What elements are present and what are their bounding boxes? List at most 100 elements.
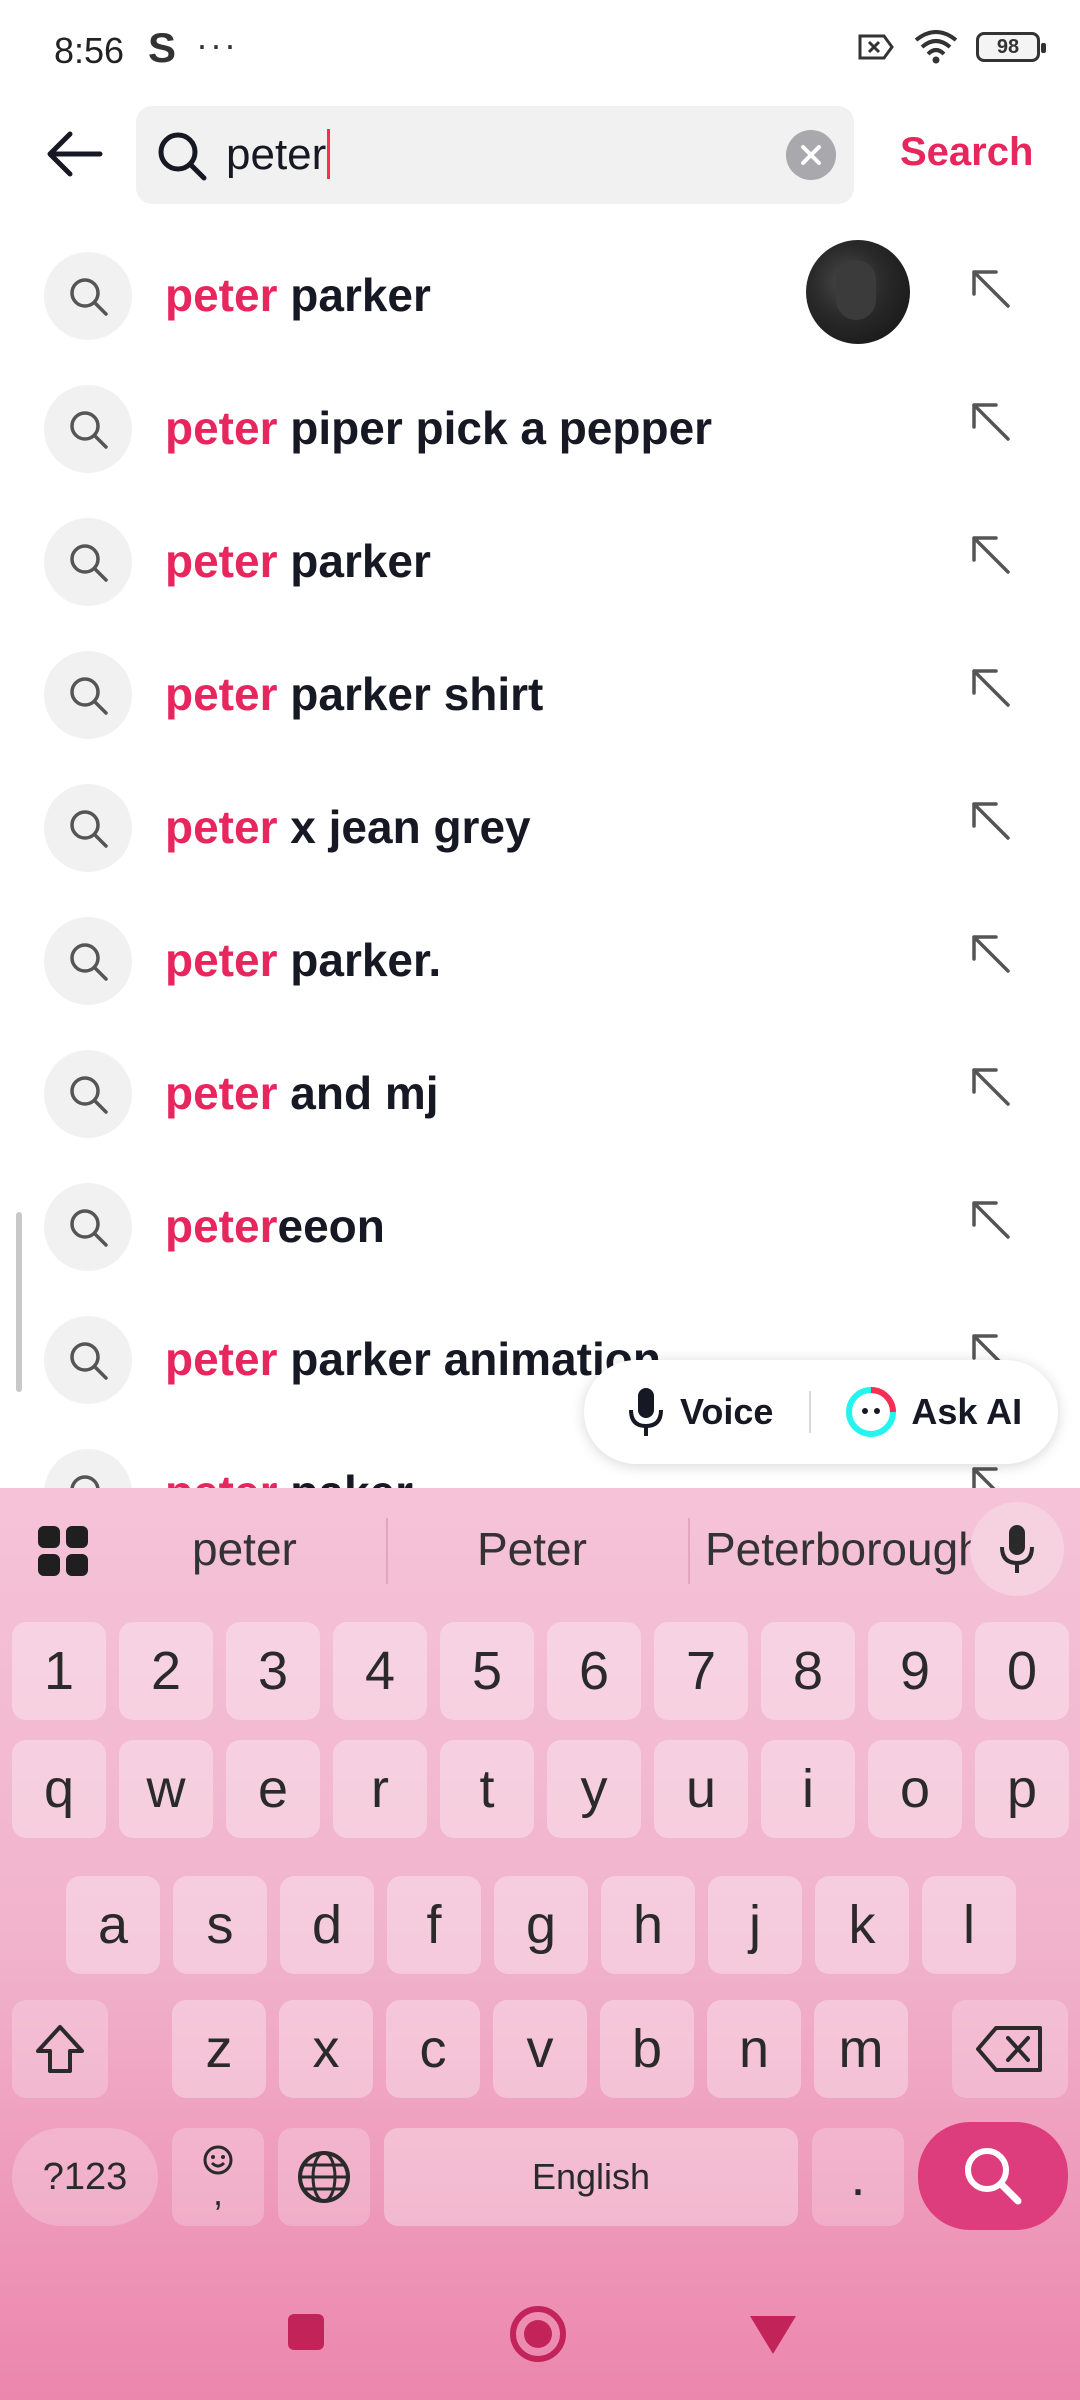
fill-query-button[interactable] xyxy=(968,399,1014,450)
key-1[interactable]: 1 xyxy=(12,1622,106,1720)
suggestion-item[interactable]: peter x jean grey xyxy=(0,762,1080,895)
keyboard-search-key[interactable] xyxy=(918,2122,1068,2230)
key-6[interactable]: 6 xyxy=(547,1622,641,1720)
fill-query-button[interactable] xyxy=(968,266,1014,317)
search-icon xyxy=(158,132,207,181)
system-navigation-bar xyxy=(0,2290,1080,2400)
fill-query-button[interactable] xyxy=(968,665,1014,716)
backspace-key[interactable] xyxy=(952,2000,1068,2098)
search-icon xyxy=(70,544,108,582)
key-g[interactable]: g xyxy=(494,1876,588,1974)
suggestion-item[interactable]: peter parker xyxy=(0,230,1080,363)
suggestion-divider xyxy=(386,1518,388,1584)
key-r[interactable]: r xyxy=(333,1740,427,1838)
suggestion-item[interactable]: peter parker xyxy=(0,496,1080,629)
key-b[interactable]: b xyxy=(600,2000,694,2098)
search-button[interactable]: Search xyxy=(900,130,1033,175)
key-u[interactable]: u xyxy=(654,1740,748,1838)
suggestion-item[interactable]: peter piper pick a pepper xyxy=(0,363,1080,496)
key-q[interactable]: q xyxy=(12,1740,106,1838)
key-m[interactable]: m xyxy=(814,2000,908,2098)
key-f[interactable]: f xyxy=(387,1876,481,1974)
suggestion-item[interactable]: petereeon xyxy=(0,1161,1080,1294)
battery-level: 98 xyxy=(996,35,1020,58)
no-sim-icon xyxy=(858,34,894,60)
search-icon xyxy=(70,810,108,848)
search-icon xyxy=(70,1342,108,1380)
key-0[interactable]: 0 xyxy=(975,1622,1069,1720)
wifi-icon xyxy=(914,30,958,64)
key-c[interactable]: c xyxy=(386,2000,480,2098)
keyboard-suggestion-2[interactable]: Peter xyxy=(477,1522,587,1576)
fill-query-button[interactable] xyxy=(968,1197,1014,1248)
search-icon xyxy=(70,943,108,981)
keyboard-apps-icon[interactable] xyxy=(36,1524,90,1578)
fill-query-arrow-icon xyxy=(972,802,1010,840)
ai-assistant-icon xyxy=(846,1387,897,1437)
search-input[interactable]: peter xyxy=(136,106,854,204)
home-button[interactable] xyxy=(508,2304,568,2364)
suggestion-search-icon xyxy=(44,1050,132,1138)
key-w[interactable]: w xyxy=(119,1740,213,1838)
key-i[interactable]: i xyxy=(761,1740,855,1838)
recents-button[interactable] xyxy=(286,2312,326,2352)
key-o[interactable]: o xyxy=(868,1740,962,1838)
key-p[interactable]: p xyxy=(975,1740,1069,1838)
back-nav-button[interactable] xyxy=(748,2314,798,2356)
key-9[interactable]: 9 xyxy=(868,1622,962,1720)
keyboard-suggestion-3[interactable]: Peterborough xyxy=(705,1522,984,1576)
key-v[interactable]: v xyxy=(493,2000,587,2098)
fill-query-button[interactable] xyxy=(968,798,1014,849)
key-5[interactable]: 5 xyxy=(440,1622,534,1720)
back-arrow-icon xyxy=(47,131,103,177)
search-icon xyxy=(70,278,108,316)
space-key[interactable]: English xyxy=(384,2128,798,2226)
key-4[interactable]: 4 xyxy=(333,1622,427,1720)
language-key[interactable] xyxy=(278,2128,370,2226)
key-d[interactable]: d xyxy=(280,1876,374,1974)
scrollbar[interactable] xyxy=(16,1212,22,1392)
key-e[interactable]: e xyxy=(226,1740,320,1838)
key-h[interactable]: h xyxy=(601,1876,695,1974)
key-s[interactable]: s xyxy=(173,1876,267,1974)
keyboard-voice-button[interactable] xyxy=(970,1502,1064,1596)
search-icon xyxy=(70,1076,108,1114)
keyboard: peter Peter Peterborough 1234567890 qwert… xyxy=(0,1488,1080,2400)
search-icon xyxy=(70,411,108,449)
suggestion-item[interactable]: peter parker shirt xyxy=(0,629,1080,762)
suggestion-search-icon xyxy=(44,784,132,872)
shift-key[interactable] xyxy=(12,2000,108,2098)
fill-query-button[interactable] xyxy=(968,1064,1014,1115)
suggestion-item[interactable]: peter and mj xyxy=(0,1028,1080,1161)
key-x[interactable]: x xyxy=(279,2000,373,2098)
key-y[interactable]: y xyxy=(547,1740,641,1838)
key-2[interactable]: 2 xyxy=(119,1622,213,1720)
key-l[interactable]: l xyxy=(922,1876,1016,1974)
ask-ai-button[interactable]: Ask AI xyxy=(845,1386,1022,1438)
key-7[interactable]: 7 xyxy=(654,1622,748,1720)
voice-label: Voice xyxy=(680,1391,774,1432)
key-a[interactable]: a xyxy=(66,1876,160,1974)
status-time: 8:56 xyxy=(54,30,125,71)
key-z[interactable]: z xyxy=(172,2000,266,2098)
key-k[interactable]: k xyxy=(815,1876,909,1974)
suggestion-item[interactable]: peter parker. xyxy=(0,895,1080,1028)
symbols-key[interactable]: ?123 xyxy=(12,2128,158,2226)
emoji-comma-key[interactable]: , xyxy=(172,2128,264,2226)
back-button[interactable] xyxy=(38,118,110,190)
key-n[interactable]: n xyxy=(707,2000,801,2098)
key-t[interactable]: t xyxy=(440,1740,534,1838)
period-key[interactable]: . xyxy=(812,2128,904,2226)
key-j[interactable]: j xyxy=(708,1876,802,1974)
keyboard-suggestion-1[interactable]: peter xyxy=(192,1522,297,1576)
fill-query-button[interactable] xyxy=(968,532,1014,583)
search-query-text[interactable]: peter xyxy=(226,129,331,180)
fill-query-button[interactable] xyxy=(968,931,1014,982)
voice-button[interactable]: Voice xyxy=(626,1386,773,1438)
fill-query-arrow-icon xyxy=(972,270,1010,308)
backspace-icon xyxy=(976,2026,1042,2072)
key-8[interactable]: 8 xyxy=(761,1622,855,1720)
key-3[interactable]: 3 xyxy=(226,1622,320,1720)
fill-query-arrow-icon xyxy=(972,669,1010,707)
clear-search-button[interactable] xyxy=(786,130,836,180)
